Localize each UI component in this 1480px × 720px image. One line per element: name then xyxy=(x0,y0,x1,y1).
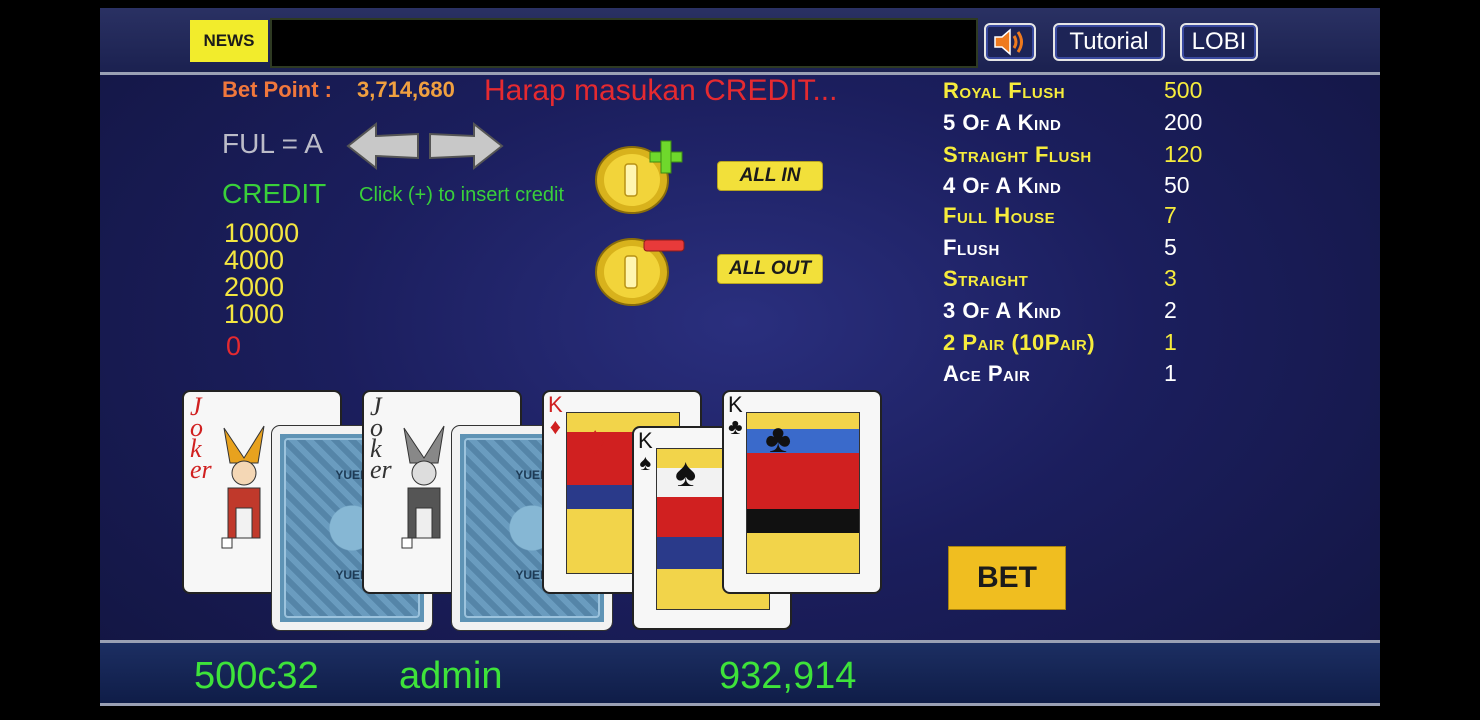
lobby-button[interactable]: LOBI xyxy=(1180,23,1258,61)
bet-button[interactable]: BET xyxy=(948,546,1066,610)
joker-label: Joker xyxy=(190,392,212,484)
news-ticker xyxy=(270,18,978,68)
card-corner: K ♠ xyxy=(638,430,653,474)
card-rank: K xyxy=(548,392,563,417)
paytable-hand: Full House xyxy=(943,203,1056,228)
game-screen: NEWS Tutorial LOBI Bet Point : 3,714,680… xyxy=(100,8,1380,706)
paytable-payout: 2 xyxy=(1164,297,1177,323)
ful-label: FUL = A xyxy=(222,128,323,159)
username: admin xyxy=(399,655,503,697)
credit-hint: Click (+) to insert credit xyxy=(359,184,565,206)
paytable-hand: Ace Pair xyxy=(943,361,1031,386)
king-portrait: ♣ xyxy=(746,412,860,574)
card-corner: K ♣ xyxy=(728,394,743,438)
bottom-bar: 500c32 admin 932,914 xyxy=(100,640,1380,706)
paytable-payout: 50 xyxy=(1164,172,1190,198)
tutorial-button[interactable]: Tutorial xyxy=(1053,23,1165,61)
add-credit-coin-icon[interactable] xyxy=(592,138,688,218)
spade-suit-icon: ♠ xyxy=(639,450,652,475)
paytable-payout: 500 xyxy=(1164,77,1203,103)
bet-point-value: 3,714,680 xyxy=(357,77,455,102)
top-bar: NEWS Tutorial LOBI xyxy=(100,8,1380,75)
card-rank: K xyxy=(638,428,653,453)
paytable-payout: 200 xyxy=(1164,109,1203,135)
paytable-payout: 120 xyxy=(1164,141,1203,167)
club-suit-icon: ♣ xyxy=(728,414,743,439)
diamond-suit-icon: ♦ xyxy=(585,419,606,463)
paytable-hand: Straight Flush xyxy=(943,142,1092,167)
paytable-payout: 1 xyxy=(1164,360,1177,386)
paytable-hand: Straight xyxy=(943,266,1029,291)
balance: 932,914 xyxy=(719,655,857,697)
paytable-payout: 3 xyxy=(1164,265,1177,291)
paytable-hand: 2 Pair (10Pair) xyxy=(943,330,1096,355)
credit-option-1000[interactable]: 1000 xyxy=(224,299,284,330)
paytable-payout: 5 xyxy=(1164,234,1177,260)
paytable-payout: 7 xyxy=(1164,202,1177,228)
diamond-suit-icon: ♦ xyxy=(549,414,561,439)
card-corner: K ♦ xyxy=(548,394,563,438)
spade-suit-icon: ♠ xyxy=(675,451,697,495)
joker-label: Joker xyxy=(370,392,392,484)
speaker-icon xyxy=(994,28,1023,56)
all-out-button[interactable]: ALL OUT xyxy=(717,254,823,284)
credit-option-0[interactable]: 0 xyxy=(226,331,241,362)
paytable-hand: Royal Flush xyxy=(943,78,1066,103)
paytable-hand: 5 Of A Kind xyxy=(943,110,1062,135)
joker-figure-icon xyxy=(401,425,445,549)
all-in-button[interactable]: ALL IN xyxy=(717,161,823,191)
status-message: Harap masukan CREDIT... xyxy=(484,74,838,107)
remove-credit-coin-icon[interactable] xyxy=(592,230,688,310)
card-rank: K xyxy=(728,392,743,417)
right-arrow-icon[interactable] xyxy=(426,121,506,171)
sound-button[interactable] xyxy=(984,23,1036,61)
card-king-clubs[interactable]: K ♣ ♣ xyxy=(722,390,882,594)
paytable-hand: 3 Of A Kind xyxy=(943,298,1062,323)
bet-point-label: Bet Point : xyxy=(222,77,332,102)
news-badge: NEWS xyxy=(190,20,268,62)
paytable-hand: 4 Of A Kind xyxy=(943,173,1062,198)
paytable-hand: Flush xyxy=(943,235,1000,260)
joker-figure-icon xyxy=(221,425,265,549)
credit-label: CREDIT xyxy=(222,178,327,209)
paytable-payout: 1 xyxy=(1164,329,1177,355)
club-suit-icon: ♣ xyxy=(765,417,792,461)
table-id: 500c32 xyxy=(194,655,319,697)
